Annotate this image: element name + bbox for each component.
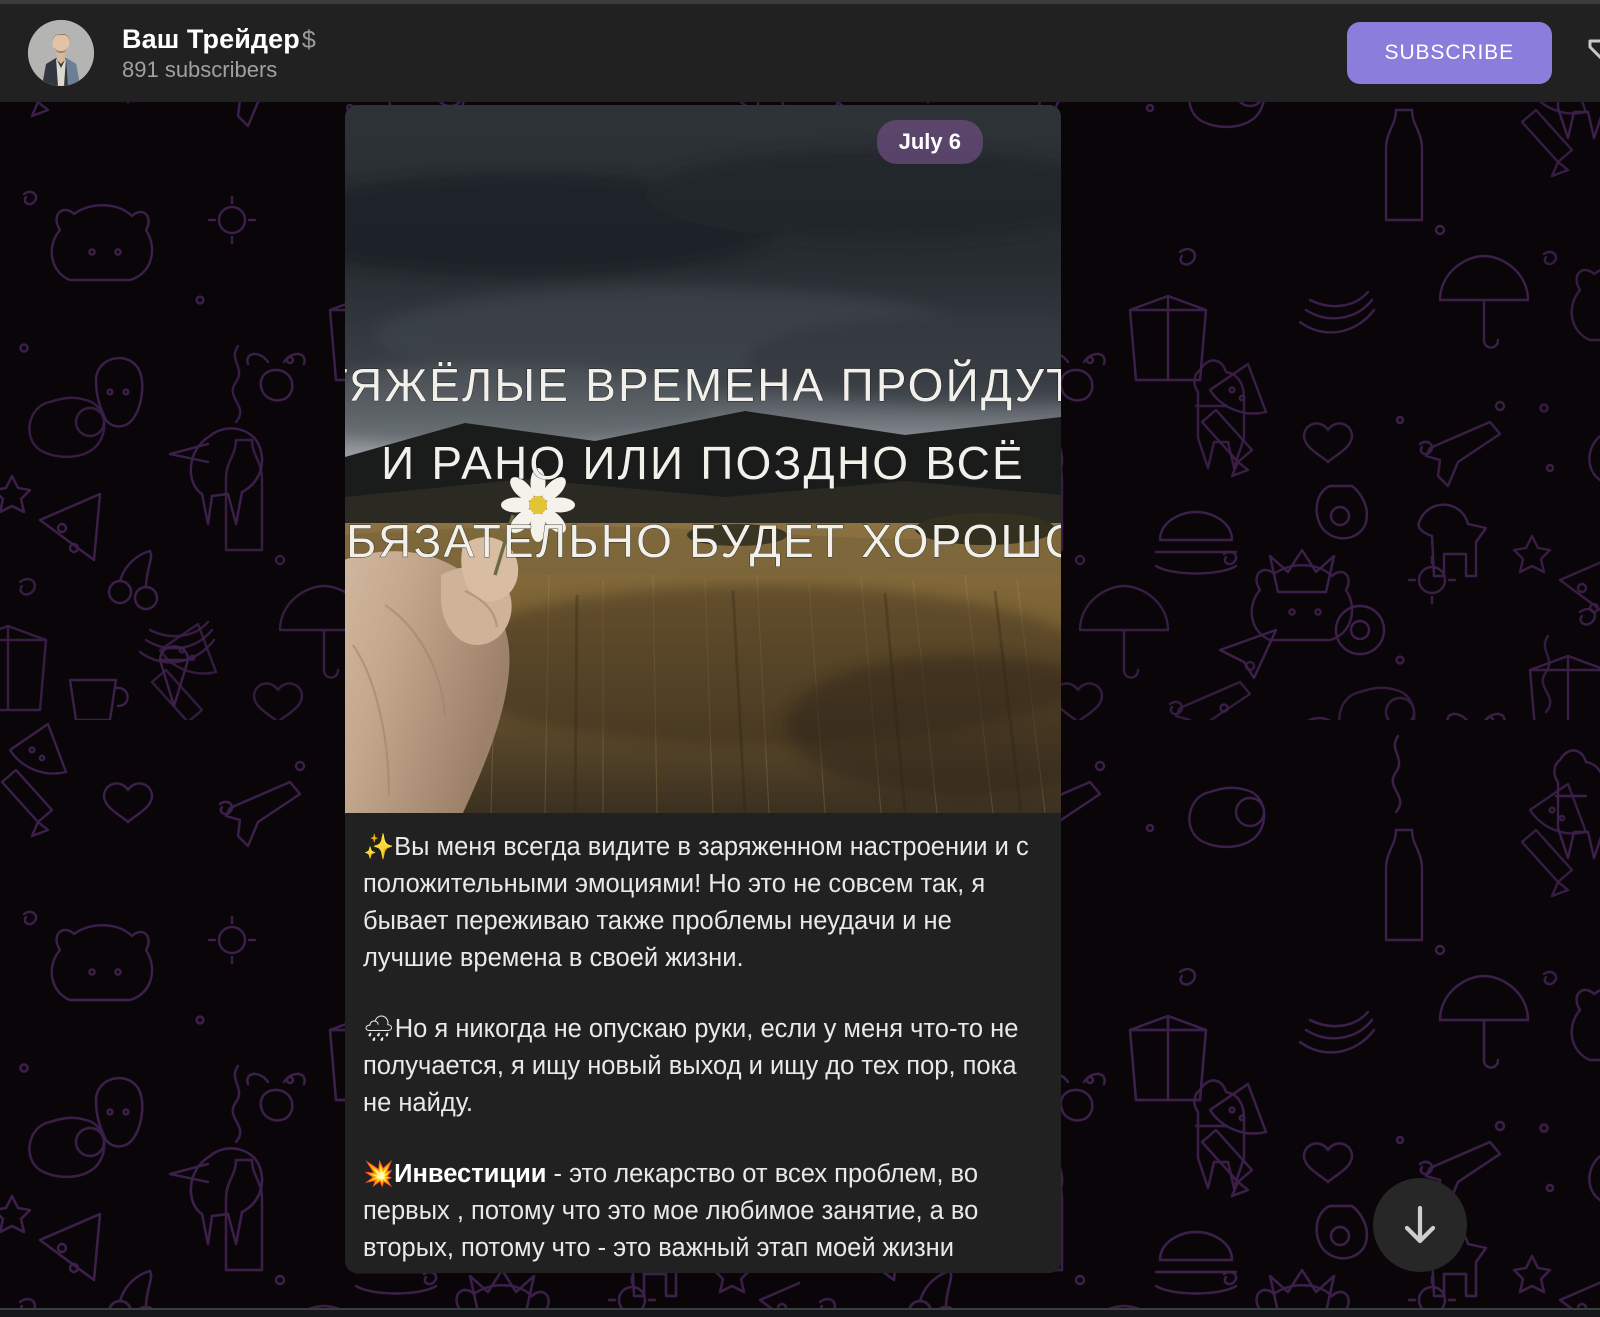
post-paragraph-3-lead: Инвестиции bbox=[394, 1160, 547, 1188]
window-bottom-bar bbox=[0, 1308, 1600, 1317]
sparkles-emoji: ✨ bbox=[363, 833, 395, 861]
post-paragraph-3: 💥Инвестиции - это лекарство от всех проб… bbox=[363, 1156, 1043, 1267]
window-top-bar bbox=[0, 0, 1600, 4]
scroll-to-bottom-button[interactable] bbox=[1373, 1178, 1467, 1272]
svg-text:И РАНО ИЛИ ПОЗДНО ВСЁ: И РАНО ИЛИ ПОЗДНО ВСЁ bbox=[381, 437, 1025, 489]
post-date-badge: July 6 bbox=[876, 120, 983, 164]
telegram-channel-window: Ваш Трейдер $ 891 subscribers SUBSCRIBE bbox=[0, 0, 1600, 1317]
post-paragraph-2-text: Но я никогда не опускаю руки, если у мен… bbox=[363, 1015, 1019, 1117]
subscriber-count: 891 subscribers bbox=[122, 56, 278, 82]
header-actions: SUBSCRIBE bbox=[1346, 22, 1600, 84]
post-paragraph-1-text: Вы меня всегда видите в заряженном настр… bbox=[363, 833, 1029, 972]
header-text-block: Ваш Трейдер $ 891 subscribers bbox=[122, 24, 316, 83]
rain-cloud-emoji: 🌧 bbox=[363, 1015, 395, 1043]
more-options-icon[interactable] bbox=[1582, 27, 1600, 79]
channel-header: Ваш Трейдер $ 891 subscribers SUBSCRIBE bbox=[0, 4, 1600, 102]
post-paragraph-1: ✨Вы меня всегда видите в заряженном наст… bbox=[363, 829, 1043, 977]
arrow-down-icon bbox=[1404, 1205, 1436, 1244]
channel-title-row: Ваш Трейдер $ bbox=[122, 24, 316, 55]
dollar-sign-icon: $ bbox=[301, 25, 316, 54]
post-image[interactable]: ТЯЖЁЛЫЕ ВРЕМЕНА ПРОЙДУТ, И РАНО ИЛИ ПОЗД… bbox=[345, 105, 1061, 813]
page-title: Ваш Трейдер bbox=[122, 23, 300, 54]
subscribe-button[interactable]: SUBSCRIBE bbox=[1346, 22, 1552, 84]
svg-text:ТЯЖЁЛЫЕ ВРЕМЕНА ПРОЙДУТ,: ТЯЖЁЛЫЕ ВРЕМЕНА ПРОЙДУТ, bbox=[345, 359, 1061, 411]
avatar[interactable] bbox=[28, 20, 94, 86]
post-text: ✨Вы меня всегда видите в заряженном наст… bbox=[345, 813, 1061, 1273]
channel-post-bubble[interactable]: ТЯЖЁЛЫЕ ВРЕМЕНА ПРОЙДУТ, И РАНО ИЛИ ПОЗД… bbox=[345, 105, 1061, 1273]
post-paragraph-2: 🌧Но я никогда не опускаю руки, если у ме… bbox=[363, 1011, 1043, 1122]
collision-emoji: 💥 bbox=[363, 1160, 395, 1188]
svg-text:ОБЯЗАТЕЛЬНО БУДЕТ ХОРОШО.: ОБЯЗАТЕЛЬНО БУДЕТ ХОРОШО. bbox=[345, 515, 1061, 567]
